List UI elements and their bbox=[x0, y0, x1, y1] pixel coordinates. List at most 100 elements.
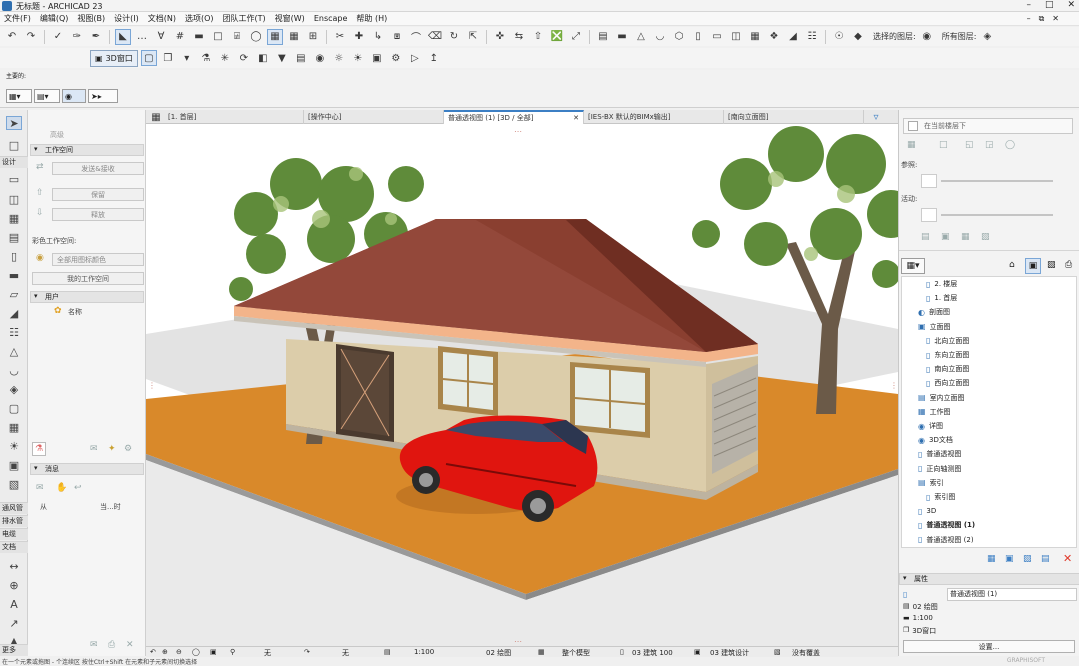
toolbox-category-more[interactable]: 更多 bbox=[0, 644, 28, 656]
snapshot-icon[interactable]: ▷ bbox=[407, 50, 423, 66]
walk-icon[interactable]: ⚗ bbox=[198, 50, 214, 66]
level-dimension-icon[interactable]: ⊕ bbox=[6, 578, 22, 592]
fit-window-icon[interactable]: ▣ bbox=[210, 648, 217, 656]
guide-lines-icon[interactable]: … bbox=[134, 29, 150, 45]
mirror-icon[interactable]: ⇆ bbox=[511, 29, 527, 45]
slab-tool-icon[interactable]: ▬ bbox=[614, 29, 630, 45]
view-map-icon[interactable]: ▣ bbox=[1025, 258, 1041, 274]
reply-icon[interactable]: ↩ bbox=[74, 483, 82, 493]
intersect-icon[interactable]: ✚ bbox=[351, 29, 367, 45]
dimension-icon[interactable]: ↔ bbox=[6, 559, 22, 573]
photo-icon[interactable]: ▣ bbox=[369, 50, 385, 66]
section-icon[interactable]: ▧ bbox=[6, 477, 22, 491]
3d-view-mode-icon[interactable]: ▢ bbox=[140, 50, 157, 66]
tab-south-elevation[interactable]: [南向立面图] bbox=[724, 110, 864, 124]
text-icon[interactable]: A bbox=[6, 597, 22, 611]
layer-filter-box[interactable]: 在当前楼层下 bbox=[903, 118, 1073, 134]
undo-view-icon[interactable]: ↶ bbox=[150, 648, 156, 656]
workspace-header[interactable]: 工作空间 bbox=[30, 144, 144, 156]
render-icon[interactable]: ☼ bbox=[331, 50, 347, 66]
curtain-icon[interactable]: ▦ bbox=[6, 420, 22, 434]
dropdown-arrow-icon[interactable]: ▾ bbox=[179, 50, 195, 66]
toolbox-category-document[interactable]: 文档 bbox=[0, 541, 28, 553]
skylight-icon[interactable]: ◈ bbox=[6, 382, 22, 396]
navigator-item[interactable]: ◉ 详图 bbox=[918, 419, 943, 433]
selection-mode-box[interactable]: ◉ bbox=[62, 89, 86, 103]
properties-header[interactable]: ▾ 属性 bbox=[899, 573, 1079, 585]
trace-tool-icon-2[interactable]: ▣ bbox=[941, 232, 950, 242]
navigator-item[interactable]: ▯ 1. 首层 bbox=[926, 291, 957, 305]
redo-view-icon[interactable]: ↷ bbox=[304, 648, 310, 656]
lamp-icon[interactable]: ☀ bbox=[6, 439, 22, 453]
scissors-icon[interactable]: ✂ bbox=[332, 29, 348, 45]
wall-tool-icon[interactable]: ▤ bbox=[595, 29, 611, 45]
settings-button[interactable]: 设置... bbox=[903, 640, 1075, 653]
navigator-item[interactable]: ▯ 东向立面图 bbox=[926, 348, 969, 362]
nav-settings-icon[interactable]: ▤ bbox=[1041, 554, 1050, 564]
navigator-item[interactable]: ◐ 剖面图 bbox=[918, 305, 950, 319]
menu-help[interactable]: 帮助 (H) bbox=[356, 13, 387, 24]
column-tool-icon[interactable]: ▯ bbox=[690, 29, 706, 45]
project-map-icon[interactable]: ⌂ bbox=[1009, 260, 1015, 270]
menu-view[interactable]: 视图(B) bbox=[77, 13, 105, 24]
request-icon[interactable]: ✋ bbox=[56, 483, 67, 493]
orbit-view-icon[interactable]: ◯ bbox=[192, 648, 200, 656]
beam-tool-icon[interactable]: ▭ bbox=[709, 29, 725, 45]
navigator-item[interactable]: ▯ 3D bbox=[918, 504, 936, 518]
publish-icon[interactable]: ↥ bbox=[426, 50, 442, 66]
send-receive-button[interactable]: 发送&接收 bbox=[52, 162, 144, 175]
toolbox-category-electrical[interactable]: 电缆 bbox=[0, 528, 28, 540]
filter-icon[interactable]: ▼ bbox=[274, 50, 290, 66]
messages-header[interactable]: 消息 bbox=[30, 463, 144, 475]
tab-3d-perspective[interactable]: 普通透视图 (1) [3D / 全部] ✕ bbox=[444, 110, 584, 124]
layer-filter-checkbox[interactable] bbox=[908, 121, 918, 131]
trace-tool-icon-1[interactable]: ▤ bbox=[921, 232, 930, 242]
navigator-item[interactable]: ▣ 立面图 bbox=[918, 320, 951, 334]
menu-teamwork[interactable]: 团队工作(T) bbox=[223, 13, 266, 24]
trace-icon[interactable]: ▦ bbox=[286, 29, 302, 45]
maximize-icon[interactable]: □ bbox=[1045, 0, 1054, 10]
shell-icon[interactable]: ◡ bbox=[6, 363, 22, 377]
toolbox-category-design[interactable]: 设计 bbox=[0, 156, 28, 168]
mesh-icon[interactable]: ▢ bbox=[6, 401, 22, 415]
roof-tool-icon[interactable]: △ bbox=[633, 29, 649, 45]
tab-floor-plan[interactable]: [1. 首层] bbox=[164, 110, 304, 124]
resize-icon[interactable]: ⤢ bbox=[568, 29, 584, 45]
minimize-icon[interactable]: – bbox=[1026, 0, 1031, 10]
elevate-icon[interactable]: ⇧ bbox=[530, 29, 546, 45]
zoom-box-icon[interactable]: ⚲ bbox=[230, 648, 235, 656]
tab-close-icon[interactable]: ✕ bbox=[573, 114, 583, 122]
message-print-icon[interactable]: ⎙ bbox=[108, 640, 115, 650]
user-settings-icon[interactable]: ⚙ bbox=[124, 444, 132, 454]
settings-3d-icon[interactable]: ⚙ bbox=[388, 50, 404, 66]
cutaway-icon[interactable]: ◧ bbox=[255, 50, 271, 66]
roof-icon[interactable]: △ bbox=[6, 344, 22, 358]
release-button[interactable]: 释放 bbox=[52, 208, 144, 221]
rotate-icon[interactable]: ↻ bbox=[446, 29, 462, 45]
active-swatch[interactable] bbox=[921, 208, 937, 222]
navigator-item[interactable]: ▯ 北向立面图 bbox=[926, 334, 969, 348]
messages-inbox-icon[interactable]: ✉ bbox=[90, 444, 98, 454]
menu-minimize-icon[interactable]: – bbox=[1027, 14, 1031, 24]
3d-viewport[interactable]: ⋯ ⋯ ⋮ ⋮ bbox=[146, 124, 898, 646]
layer-tool-icon-5[interactable]: ◯ bbox=[1005, 140, 1015, 150]
undo-icon[interactable]: ↶ bbox=[4, 29, 20, 45]
layout-book-icon[interactable]: ▧ bbox=[1047, 260, 1056, 270]
eyedropper-icon[interactable]: ✑ bbox=[69, 29, 85, 45]
3d-window-button[interactable]: ▣ 3D窗口 bbox=[90, 49, 138, 67]
menu-restore-icon[interactable]: ⧉ bbox=[1039, 14, 1045, 24]
zoom-out-icon[interactable]: ⊖ bbox=[176, 648, 182, 656]
menu-enscape[interactable]: Enscape bbox=[314, 14, 348, 23]
publisher-icon[interactable]: ⎙ bbox=[1065, 260, 1072, 270]
prop-name-field[interactable]: 普通透视图 (1) bbox=[947, 588, 1077, 601]
navigator-item[interactable]: ▯ 西向立面图 bbox=[926, 376, 969, 390]
gravity-icon[interactable]: ◣ bbox=[115, 28, 131, 45]
object-tool-icon[interactable]: ❖ bbox=[766, 29, 782, 45]
selection-area-box[interactable]: ▤▾ bbox=[34, 89, 60, 103]
edit-plane-icon[interactable]: ▬ bbox=[191, 29, 207, 45]
grid-icon[interactable]: # bbox=[172, 29, 188, 45]
navigator-item[interactable]: ◉ 3D文档 bbox=[918, 433, 953, 447]
slab-icon[interactable]: ▱ bbox=[6, 287, 22, 301]
toolbox-category-ventilation[interactable]: 通风管 bbox=[0, 502, 28, 514]
menu-options[interactable]: 选项(O) bbox=[185, 13, 214, 24]
